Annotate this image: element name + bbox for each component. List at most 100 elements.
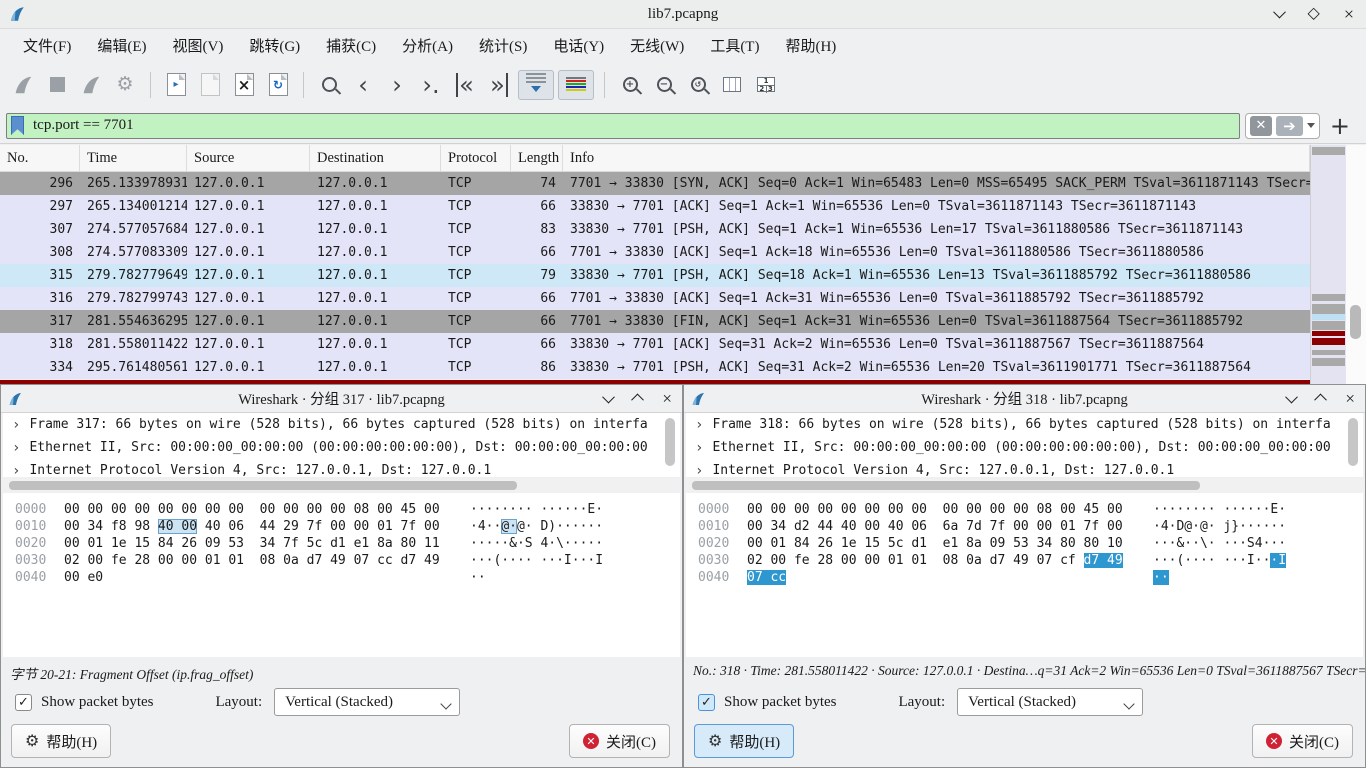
tree-row[interactable]: ›Internet Protocol Version 4, Src: 127.0… <box>686 459 1363 477</box>
hex-dump-view[interactable]: 000000 00 00 00 00 00 00 00 00 00 00 00 … <box>686 493 1363 657</box>
tree-vertical-scrollbar[interactable] <box>1348 418 1358 466</box>
go-first-icon[interactable]: « <box>450 70 480 100</box>
dialog-close-icon[interactable]: × <box>1345 390 1355 407</box>
scrollbar-handle[interactable] <box>692 481 1200 490</box>
dialog-minimize-icon[interactable] <box>1287 390 1296 408</box>
dialog-maximize-icon[interactable] <box>1316 390 1325 408</box>
find-packet-icon[interactable] <box>314 70 344 100</box>
close-file-icon[interactable]: × <box>229 70 259 100</box>
hex-seg: 00 00 00 00 00 00 00 00 00 00 00 00 08 0… <box>747 502 1123 517</box>
layout-123-icon[interactable]: 123 <box>751 70 781 100</box>
filter-bookmark-icon[interactable] <box>11 116 24 135</box>
menu-edit[interactable]: 编辑(E) <box>84 31 159 60</box>
filter-dropdown-icon[interactable] <box>1307 123 1315 132</box>
menu-statistics[interactable]: 统计(S) <box>466 31 540 60</box>
dialog-close-icon[interactable]: × <box>662 390 672 407</box>
filter-add-button[interactable]: + <box>1330 114 1350 138</box>
tree-row[interactable]: ›Frame 318: 66 bytes on wire (528 bits),… <box>686 413 1363 436</box>
go-to-packet-icon[interactable]: ›. <box>416 70 446 100</box>
filter-text: tcp.port == 7701 <box>33 117 134 134</box>
open-file-icon[interactable]: ▸ <box>161 70 191 100</box>
close-icon[interactable]: × <box>1344 5 1354 23</box>
menu-capture[interactable]: 捕获(C) <box>313 31 389 60</box>
column-header-destination[interactable]: Destination <box>310 145 441 171</box>
menu-view[interactable]: 视图(V) <box>160 31 237 60</box>
expander-icon[interactable]: › <box>695 440 703 456</box>
column-header-no[interactable]: No. <box>0 145 80 171</box>
go-last-icon[interactable]: » <box>484 70 514 100</box>
layout-select[interactable]: Vertical (Stacked) <box>957 688 1143 716</box>
filter-clear-icon[interactable]: ✕ <box>1250 116 1272 136</box>
close-button[interactable]: ✕关闭(C) <box>1252 724 1353 758</box>
go-forward-icon[interactable]: › <box>382 70 412 100</box>
packet-row-317[interactable]: 317281.554636295127.0.0.1127.0.0.1TCP667… <box>0 310 1310 333</box>
hex-ascii: ···(···· ···I···I <box>1153 552 1286 569</box>
expander-icon[interactable]: › <box>12 463 20 478</box>
expander-icon[interactable]: › <box>12 440 20 456</box>
show-packet-bytes-checkbox[interactable]: ✓ <box>15 694 32 711</box>
menu-tools[interactable]: 工具(T) <box>697 31 772 60</box>
save-file-icon[interactable] <box>195 70 225 100</box>
tree-vertical-scrollbar[interactable] <box>665 418 675 466</box>
scrollmap-mark <box>1312 147 1345 155</box>
resize-columns-icon[interactable] <box>717 70 747 100</box>
menu-wireless[interactable]: 无线(W) <box>617 31 697 60</box>
show-packet-bytes-checkbox[interactable]: ✓ <box>698 694 715 711</box>
packet-row-334[interactable]: 334295.761480561127.0.0.1127.0.0.1TCP863… <box>0 356 1310 379</box>
dialog-maximize-icon[interactable] <box>633 390 642 408</box>
tree-row[interactable]: ›Ethernet II, Src: 00:00:00_00:00:00 (00… <box>3 436 680 459</box>
reload-file-icon[interactable]: ↻ <box>263 70 293 100</box>
zoom-reset-icon[interactable]: ↺ <box>683 70 713 100</box>
packet-row-297[interactable]: 297265.134001214127.0.0.1127.0.0.1TCP663… <box>0 195 1310 218</box>
intelligent-scrollbar[interactable] <box>1310 145 1346 384</box>
help-button[interactable]: ⚙帮助(H) <box>11 724 111 758</box>
tree-horizontal-scrollbar[interactable] <box>686 479 1363 492</box>
packet-row-308[interactable]: 308274.577083309127.0.0.1127.0.0.1TCP667… <box>0 241 1310 264</box>
expander-icon[interactable]: › <box>12 417 20 433</box>
filter-apply-icon[interactable]: ➔ <box>1276 116 1303 136</box>
capture-start-icon[interactable] <box>8 70 38 100</box>
go-back-icon[interactable]: ‹ <box>348 70 378 100</box>
tree-row[interactable]: ›Ethernet II, Src: 00:00:00_00:00:00 (00… <box>686 436 1363 459</box>
zoom-out-icon[interactable]: − <box>649 70 679 100</box>
tree-row[interactable]: ›Frame 317: 66 bytes on wire (528 bits),… <box>3 413 680 436</box>
packet-row-307[interactable]: 307274.577057684127.0.0.1127.0.0.1TCP833… <box>0 218 1310 241</box>
column-header-source[interactable]: Source <box>187 145 310 171</box>
capture-options-icon[interactable]: ⚙ <box>110 70 140 100</box>
help-button[interactable]: ⚙帮助(H) <box>694 724 794 758</box>
menu-analyze[interactable]: 分析(A) <box>389 31 466 60</box>
zoom-in-icon[interactable]: + <box>615 70 645 100</box>
expander-icon[interactable]: › <box>695 463 703 478</box>
packet-row-296[interactable]: 296265.133978931127.0.0.1127.0.0.1TCP747… <box>0 172 1310 195</box>
expander-icon[interactable]: › <box>695 417 703 433</box>
packet-list-scrollbar[interactable] <box>1346 145 1366 384</box>
menu-go[interactable]: 跳转(G) <box>236 31 313 60</box>
colorize-icon[interactable] <box>558 70 594 100</box>
menu-help[interactable]: 帮助(H) <box>772 31 849 60</box>
column-header-time[interactable]: Time <box>80 145 187 171</box>
tree-row[interactable]: ›Internet Protocol Version 4, Src: 127.0… <box>3 459 680 477</box>
capture-restart-icon[interactable] <box>76 70 106 100</box>
dialog-minimize-icon[interactable] <box>604 390 613 408</box>
filter-bar: tcp.port == 7701 ✕ ➔ + <box>0 108 1366 144</box>
column-header-protocol[interactable]: Protocol <box>441 145 511 171</box>
scrollbar-handle[interactable] <box>1350 305 1361 339</box>
tree-horizontal-scrollbar[interactable] <box>3 479 680 492</box>
hex-dump-view[interactable]: 000000 00 00 00 00 00 00 00 00 00 00 00 … <box>3 493 680 657</box>
scrollbar-handle[interactable] <box>9 481 517 490</box>
maximize-icon[interactable]: ◇ <box>1308 6 1320 22</box>
capture-stop-icon[interactable] <box>42 70 72 100</box>
packet-row-318[interactable]: 318281.558011422127.0.0.1127.0.0.1TCP663… <box>0 333 1310 356</box>
layout-select[interactable]: Vertical (Stacked) <box>274 688 460 716</box>
column-header-info[interactable]: Info <box>563 145 1310 171</box>
close-button[interactable]: ✕关闭(C) <box>569 724 670 758</box>
menu-file[interactable]: 文件(F) <box>10 31 84 60</box>
auto-scroll-icon[interactable] <box>518 70 554 100</box>
packet-row-315[interactable]: 315279.782779649127.0.0.1127.0.0.1TCP793… <box>0 264 1310 287</box>
column-header-length[interactable]: Length <box>511 145 563 171</box>
display-filter-input[interactable]: tcp.port == 7701 <box>6 113 1240 139</box>
menu-telephony[interactable]: 电话(Y) <box>540 31 617 60</box>
minimize-icon[interactable] <box>1275 5 1284 23</box>
help-button-label: 帮助(H) <box>729 731 780 752</box>
packet-row-316[interactable]: 316279.782799743127.0.0.1127.0.0.1TCP667… <box>0 287 1310 310</box>
